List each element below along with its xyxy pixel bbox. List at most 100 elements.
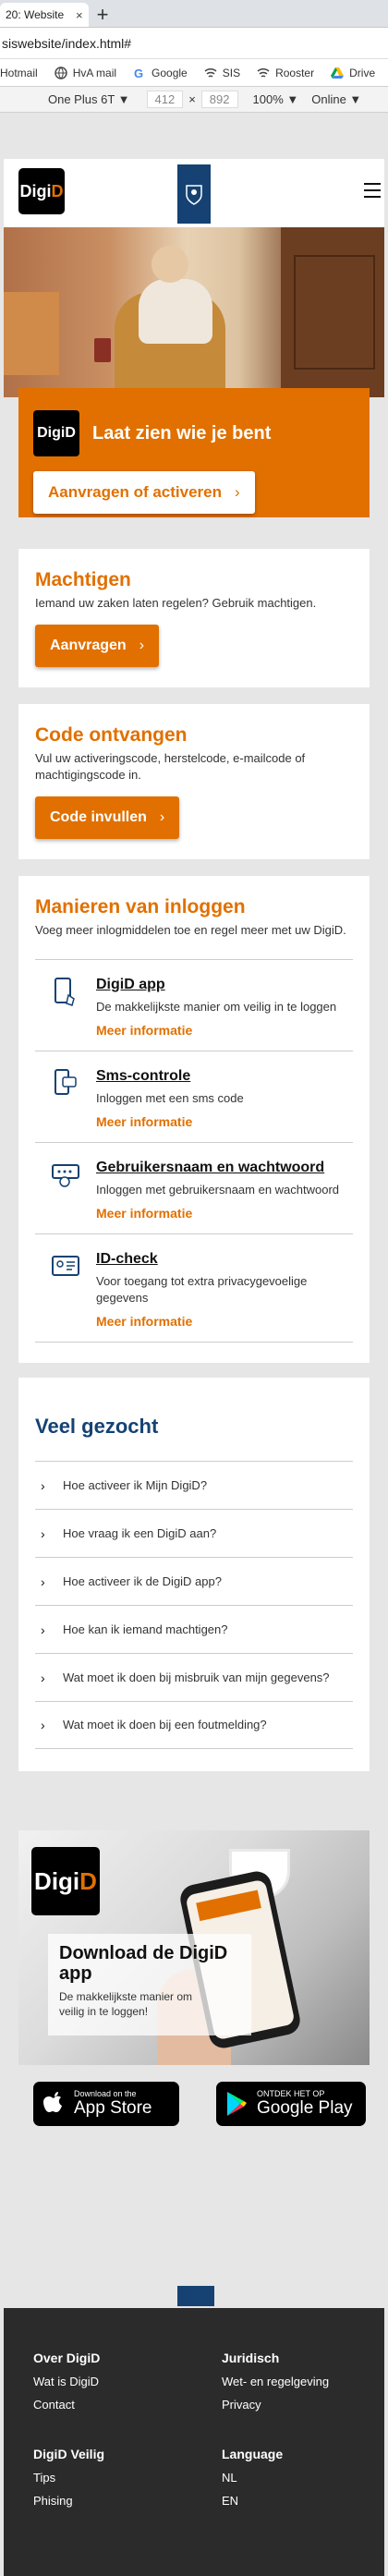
- hero-image: [4, 227, 384, 397]
- method-title[interactable]: Gebruikersnaam en wachtwoord: [96, 1160, 339, 1176]
- apply-activate-button[interactable]: Aanvragen of activeren ›: [33, 471, 255, 514]
- bookmark-label: Hotmail: [0, 66, 38, 79]
- faq-item[interactable]: › Hoe activeer ik de DigiD app?: [35, 1557, 353, 1605]
- method-title[interactable]: Sms-controle: [96, 1068, 244, 1085]
- footer-link[interactable]: Tips: [33, 2471, 104, 2485]
- wifi-icon: [257, 67, 270, 79]
- method-digid-app: DigiD app De makkelijkste manier om veil…: [35, 959, 353, 1051]
- footer-heading: Over DigiD: [33, 2351, 101, 2365]
- faq-item[interactable]: › Hoe kan ik iemand machtigen?: [35, 1605, 353, 1653]
- browser-tab[interactable]: 20: Website ×: [0, 3, 89, 27]
- bookmark-label: Google: [152, 66, 188, 79]
- footer-link[interactable]: Phising: [33, 2494, 104, 2508]
- bookmark-google[interactable]: G Google: [133, 66, 188, 80]
- bookmark-sis[interactable]: SIS: [204, 67, 240, 79]
- footer-link[interactable]: Privacy: [222, 2398, 329, 2412]
- app-banner-title: Download de DigiD app: [59, 1943, 228, 1984]
- bookmark-hva-mail[interactable]: HvA mail: [54, 66, 117, 79]
- site-header: DigiD: [4, 159, 384, 227]
- login-box: DigiD Laat zien wie je bent Aanvragen of…: [18, 388, 370, 517]
- sms-icon: [50, 1068, 87, 1100]
- machtigen-card: Machtigen Iemand uw zaken laten regelen?…: [18, 549, 370, 687]
- rijksoverheid-crest-icon: [177, 164, 211, 224]
- svg-text:G: G: [134, 67, 143, 79]
- globe-icon: [54, 66, 67, 79]
- footer-heading: Language: [222, 2447, 284, 2461]
- url-text: siswebsite/index.html#: [2, 35, 132, 51]
- footer-link[interactable]: NL: [222, 2471, 283, 2485]
- bookmark-rooster[interactable]: Rooster: [257, 67, 314, 79]
- chevron-right-icon: ›: [41, 1622, 45, 1637]
- footer-heading: DigiD Veilig: [33, 2447, 105, 2461]
- bookmark-drive[interactable]: Drive: [331, 67, 375, 79]
- more-info-link[interactable]: Meer informatie: [96, 1314, 353, 1329]
- footer-link[interactable]: Contact: [33, 2398, 100, 2412]
- wifi-icon: [204, 67, 217, 79]
- code-desc: Vul uw activeringscode, herstelcode, e-m…: [35, 751, 306, 782]
- footer-col-veilig: DigiD Veilig Tips Phising: [33, 2447, 104, 2517]
- google-play-icon: [225, 2091, 249, 2117]
- app-store-badge[interactable]: Download on the App Store: [33, 2082, 179, 2126]
- menu-icon[interactable]: [364, 183, 381, 202]
- app-banner-text: Download de DigiD app De makkelijkste ma…: [48, 1934, 251, 2035]
- back-to-top-tab[interactable]: [177, 2286, 214, 2306]
- google-big-text: Google Play: [257, 2098, 353, 2118]
- footer-col-language: Language NL EN: [222, 2447, 283, 2517]
- bookmarks-bar: Hotmail HvA mail G Google SIS Rooster Dri…: [0, 59, 388, 87]
- chevron-right-icon: ›: [41, 1670, 45, 1685]
- method-desc: Inloggen met een sms code: [96, 1091, 244, 1105]
- address-bar[interactable]: siswebsite/index.html#: [0, 28, 388, 59]
- store-badges: Download on the App Store ONTDEK HET OP …: [18, 2082, 370, 2126]
- method-desc: Inloggen met gebruikersnaam en wachtwoor…: [96, 1183, 340, 1197]
- code-card: Code ontvangen Vul uw activeringscode, h…: [18, 704, 370, 859]
- method-sms: Sms-controle Inloggen met een sms code M…: [35, 1051, 353, 1142]
- new-tab-button[interactable]: +: [89, 3, 116, 27]
- digid-logo[interactable]: DigiD: [18, 168, 65, 214]
- chevron-right-icon: ›: [41, 1718, 45, 1732]
- apple-icon: [42, 2091, 67, 2117]
- aanvragen-button[interactable]: Aanvragen ›: [35, 625, 160, 667]
- method-desc: Voor toegang tot extra privacygevoelige …: [96, 1274, 308, 1305]
- faq-item[interactable]: › Wat moet ik doen bij een foutmelding?: [35, 1701, 353, 1749]
- code-title: Code ontvangen: [35, 724, 188, 746]
- app-banner-desc: De makkelijkste manier om veilig in te l…: [59, 1990, 193, 2018]
- more-info-link[interactable]: Meer informatie: [96, 1023, 336, 1038]
- footer-heading: Juridisch: [222, 2351, 280, 2365]
- device-toolbar: One Plus 6T ▼ 412 × 892 100% ▼ Online ▼: [0, 87, 388, 113]
- footer-link[interactable]: EN: [222, 2494, 283, 2508]
- google-small-text: ONTDEK HET OP: [257, 2089, 325, 2098]
- faq-item[interactable]: › Wat moet ik doen bij misbruik van mijn …: [35, 1653, 353, 1701]
- zoom-select[interactable]: 100% ▼: [253, 92, 299, 106]
- faq-title: Veel gezocht: [35, 1415, 159, 1438]
- height-input[interactable]: 892: [200, 91, 238, 108]
- id-card-icon: [50, 1251, 87, 1282]
- google-play-badge[interactable]: ONTDEK HET OP Google Play: [216, 2082, 366, 2126]
- method-title[interactable]: DigiD app: [96, 977, 336, 993]
- chevron-right-icon: ›: [235, 483, 240, 501]
- footer-link[interactable]: Wet- en regelgeving: [222, 2375, 329, 2388]
- digid-logo: DigiD: [31, 1847, 100, 1915]
- methods-title: Manieren van inloggen: [35, 896, 246, 917]
- footer-col-over: Over DigiD Wat is DigiD Contact: [33, 2351, 100, 2421]
- faq-item[interactable]: › Hoe vraag ik een DigiD aan?: [35, 1509, 353, 1557]
- bookmark-hotmail[interactable]: Hotmail: [0, 67, 38, 79]
- app-download-banner: DigiD Download de DigiD app De makkelijk…: [18, 1830, 370, 2065]
- bookmark-label: HvA mail: [72, 66, 117, 79]
- network-select[interactable]: Online ▼: [311, 92, 361, 106]
- device-select[interactable]: One Plus 6T ▼: [48, 92, 130, 106]
- machtigen-desc: Iemand uw zaken laten regelen? Gebruik m…: [35, 596, 317, 610]
- faq-section: Veel gezocht › Hoe activeer ik Mijn DigiD…: [18, 1378, 370, 1771]
- chevron-right-icon: ›: [41, 1525, 45, 1541]
- footer-link[interactable]: Wat is DigiD: [33, 2375, 100, 2388]
- google-icon: G: [133, 67, 146, 80]
- chevron-right-icon: ›: [41, 1477, 45, 1493]
- more-info-link[interactable]: Meer informatie: [96, 1206, 339, 1221]
- method-title[interactable]: ID-check: [96, 1251, 353, 1268]
- tab-close-icon[interactable]: ×: [76, 8, 83, 22]
- bookmark-label: SIS: [222, 66, 241, 79]
- more-info-link[interactable]: Meer informatie: [96, 1114, 244, 1129]
- faq-item[interactable]: › Hoe activeer ik Mijn DigiD?: [35, 1461, 353, 1509]
- machtigen-title: Machtigen: [35, 569, 131, 590]
- code-invullen-button[interactable]: Code invullen ›: [35, 796, 180, 839]
- width-input[interactable]: 412: [146, 91, 184, 108]
